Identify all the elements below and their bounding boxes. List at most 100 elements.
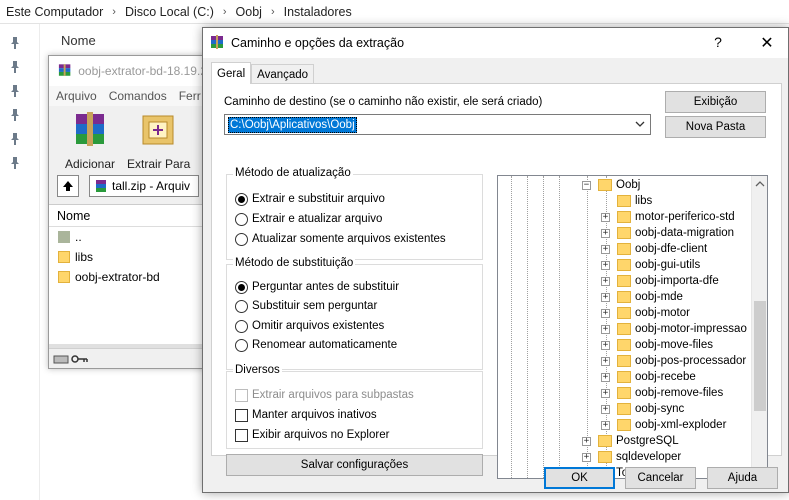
chevron-down-icon[interactable] [634,118,646,130]
tree-node-child[interactable]: oobj-pos-processador [617,353,746,369]
collapse-icon[interactable]: − [582,181,591,190]
expand-icon[interactable]: + [601,293,610,302]
tree-node-child[interactable]: oobj-data-migration [617,225,734,241]
radio-update-existing[interactable]: Atualizar somente arquivos existentes [235,231,446,247]
vertical-scrollbar[interactable] [751,176,767,478]
expand-icon[interactable]: + [601,229,610,238]
pin-icon[interactable] [10,61,20,73]
new-folder-button[interactable]: Nova Pasta [665,116,766,138]
folder-icon [617,403,631,415]
list-item[interactable]: .. [49,227,207,247]
expand-icon[interactable]: + [601,421,610,430]
tree-node-child[interactable]: oobj-sync [617,401,684,417]
checkbox-keep-broken[interactable]: Manter arquivos inativos [235,407,377,423]
radio-skip-existing[interactable]: Omitir arquivos existentes [235,318,384,334]
tree-node-child[interactable]: oobj-recebe [617,369,696,385]
tree-node-child[interactable]: oobj-dfe-client [617,241,707,257]
tree-node-postgresql[interactable]: PostgreSQL [598,433,679,449]
tree-node-child[interactable]: oobj-motor-impressao [617,321,747,337]
expand-icon[interactable]: + [601,389,610,398]
expand-icon[interactable]: + [601,277,610,286]
drive-key-icon[interactable] [53,353,89,365]
add-button[interactable]: Adicionar [65,110,115,171]
expand-icon[interactable]: + [601,405,610,414]
expand-icon[interactable]: + [601,357,610,366]
radio-button[interactable] [235,212,248,226]
radio-button-selected[interactable] [235,280,248,294]
expand-icon[interactable]: + [601,325,610,334]
tree-node-child[interactable]: oobj-move-files [617,337,713,353]
expand-icon[interactable]: + [582,437,591,446]
column-header-name[interactable]: Nome [61,33,96,48]
cancel-button[interactable]: Cancelar [625,467,696,489]
list-item[interactable]: oobj-extrator-bd [49,267,207,287]
update-method-group: Método de atualização Extrair e substitu… [226,167,483,260]
breadcrumb-item-instaladores[interactable]: Instaladores [284,5,352,19]
expand-icon[interactable]: + [601,341,610,350]
option-label: Perguntar antes de substituir [252,281,400,293]
tree-node-child[interactable]: oobj-xml-exploder [617,417,726,433]
tree-node-child[interactable]: oobj-importa-dfe [617,273,719,289]
expand-icon[interactable]: + [582,453,591,462]
tree-node-child[interactable]: libs [617,193,652,209]
checkbox[interactable] [235,408,248,422]
radio-button[interactable] [235,319,248,333]
folder-tree[interactable]: − Oobj libs + motor-periferico-std + oobj-da… [497,175,768,479]
help-button[interactable]: Ajuda [707,467,778,489]
scrollbar-thumb[interactable] [754,301,766,411]
pin-icon[interactable] [10,133,20,145]
menu-ferramentas[interactable]: Ferr [179,89,201,103]
close-icon[interactable]: ✕ [758,33,776,53]
expand-icon[interactable]: + [601,373,610,382]
breadcrumb-item-oobj[interactable]: Oobj [236,5,262,19]
radio-auto-rename[interactable]: Renomear automaticamente [235,337,397,353]
menu-comandos[interactable]: Comandos [109,89,167,103]
expand-icon[interactable]: + [601,309,610,318]
tree-node-sqldeveloper[interactable]: sqldeveloper [598,449,681,465]
expand-icon[interactable]: + [601,245,610,254]
arrow-up-icon [63,181,73,191]
pin-icon[interactable] [10,157,20,169]
tree-node-child[interactable]: oobj-remove-files [617,385,723,401]
radio-button[interactable] [235,299,248,313]
pin-icon[interactable] [10,37,20,49]
column-header-name[interactable]: Nome [49,205,207,227]
radio-extract-replace[interactable]: Extrair e substituir arquivo [235,191,385,207]
radio-overwrite-no-prompt[interactable]: Substituir sem perguntar [235,298,377,314]
pin-icon[interactable] [10,109,20,121]
checkbox[interactable] [235,428,248,442]
pin-icon[interactable] [10,85,20,97]
destination-path-combobox[interactable]: C:\Oobj\Aplicativos\Oobj [224,114,651,135]
archive-path-field[interactable]: tall.zip - Arquiv [89,175,199,197]
save-settings-button[interactable]: Salvar configurações [226,454,483,476]
scroll-up-icon[interactable] [755,179,765,189]
tree-node-child[interactable]: oobj-motor [617,305,690,321]
checkbox-show-in-explorer[interactable]: Exibir arquivos no Explorer [235,427,389,443]
radio-extract-update[interactable]: Extrair e atualizar arquivo [235,211,382,227]
tree-guide-line [511,176,512,478]
radio-ask-before[interactable]: Perguntar antes de substituir [235,279,399,295]
tab-avancado[interactable]: Avançado [251,64,315,84]
ok-button[interactable]: OK [544,467,615,489]
radio-button-selected[interactable] [235,192,248,206]
expand-icon[interactable]: + [601,213,610,222]
tab-geral[interactable]: Geral [211,62,252,84]
extract-to-button[interactable]: Extrair Para [127,110,190,171]
winrar-titlebar[interactable]: oobj-extrator-bd-18.19.2 [49,56,207,86]
tree-node-oobj[interactable]: Oobj [598,177,640,193]
tree-node-child[interactable]: oobj-gui-utils [617,257,700,273]
radio-button[interactable] [235,232,248,246]
menu-arquivo[interactable]: Arquivo [56,89,97,103]
tree-node-child[interactable]: oobj-mde [617,289,683,305]
destination-path-value[interactable]: C:\Oobj\Aplicativos\Oobj [228,116,357,133]
breadcrumb-item-disk[interactable]: Disco Local (C:) [125,5,214,19]
breadcrumb-item-computer[interactable]: Este Computador [6,5,103,19]
list-item[interactable]: libs [49,247,207,267]
tree-node-child[interactable]: motor-periferico-std [617,209,735,225]
dialog-titlebar[interactable]: Caminho e opções da extração ? ✕ [203,28,788,58]
view-button[interactable]: Exibição [665,91,766,113]
up-folder-button[interactable] [57,175,79,197]
expand-icon[interactable]: + [601,261,610,270]
radio-button[interactable] [235,338,248,352]
help-icon[interactable]: ? [710,34,726,50]
